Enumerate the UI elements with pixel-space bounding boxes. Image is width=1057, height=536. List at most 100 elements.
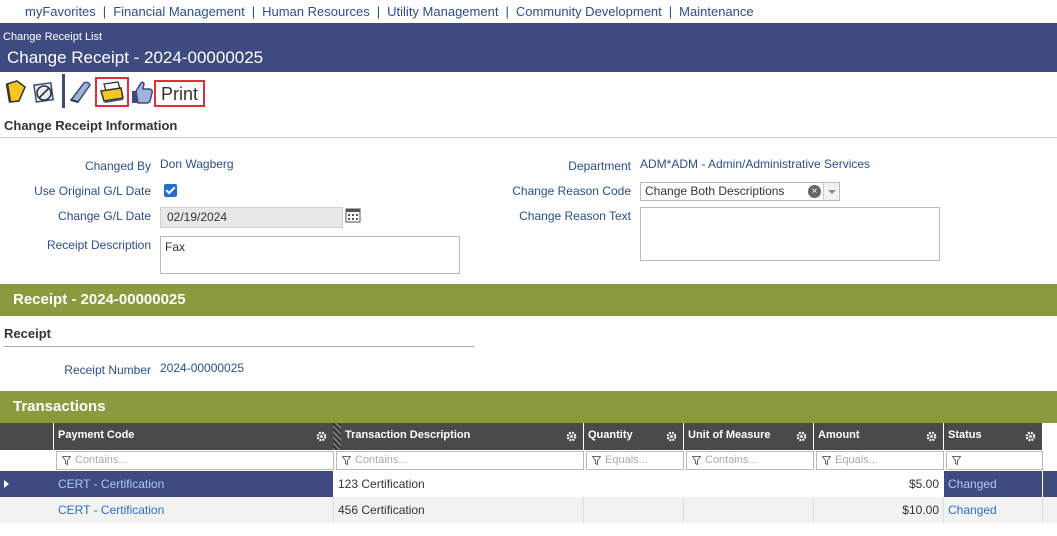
status-link[interactable]: Changed <box>944 497 1043 523</box>
change-reason-code-select[interactable]: Change Both Descriptions × <box>640 182 840 201</box>
filter-transaction-description[interactable]: Contains... <box>336 451 584 470</box>
nav-maintenance[interactable]: Maintenance <box>679 4 753 19</box>
receipt-section-title: Receipt <box>4 326 51 341</box>
column-header-label: Status <box>948 429 982 441</box>
cancel-icon <box>33 81 55 103</box>
print-label[interactable]: Print <box>154 80 206 107</box>
column-header-amount[interactable]: Amount <box>814 423 944 450</box>
nav-separator: | <box>505 4 509 19</box>
page-title: Change Receipt - 2024-00000025 <box>7 48 264 67</box>
filter-unit-of-measure[interactable]: Contains... <box>686 451 814 470</box>
unit-of-measure-cell <box>684 497 814 523</box>
section-divider <box>0 137 1057 138</box>
quantity-cell <box>584 471 684 497</box>
department-label: Department <box>568 159 631 173</box>
filter-placeholder: Contains... <box>355 454 408 466</box>
column-header-label: Quantity <box>588 429 633 441</box>
chevron-down-icon[interactable] <box>823 183 839 200</box>
change-reason-code-label: Change Reason Code <box>512 184 631 198</box>
nav-separator: | <box>376 4 381 19</box>
receipt-divider <box>4 346 474 347</box>
nav-myfavorites[interactable]: myFavorites <box>25 4 96 19</box>
calendar-icon[interactable] <box>345 208 361 223</box>
page-header: Change Receipt List Change Receipt - 202… <box>0 23 1057 72</box>
payment-code-link[interactable]: CERT - Certification <box>54 471 334 497</box>
change-gl-date-input[interactable]: 02/19/2024 <box>160 207 343 228</box>
nav-separator: | <box>668 4 673 19</box>
edit-button[interactable] <box>68 78 94 106</box>
gear-icon[interactable] <box>1025 431 1036 442</box>
print-button[interactable] <box>95 77 129 107</box>
nav-utility-management[interactable]: Utility Management <box>387 4 498 19</box>
transaction-description-cell: 123 Certification <box>334 471 584 497</box>
filter-placeholder: Contains... <box>75 454 128 466</box>
filter-placeholder: Contains... <box>705 454 758 466</box>
transaction-description-cell: 456 Certification <box>334 497 584 523</box>
use-original-gl-date-label: Use Original G/L Date <box>34 184 151 198</box>
change-reason-code-value: Change Both Descriptions <box>645 184 785 198</box>
clear-icon[interactable]: × <box>808 185 821 198</box>
nav-human-resources[interactable]: Human Resources <box>262 4 370 19</box>
nav-community-development[interactable]: Community Development <box>516 4 662 19</box>
column-header-label: Transaction Description <box>345 429 471 441</box>
filter-icon <box>822 456 831 465</box>
table-row[interactable]: CERT - Certification 123 Certification $… <box>0 471 1057 497</box>
quantity-cell <box>584 497 684 523</box>
column-header-status[interactable]: Status <box>944 423 1043 450</box>
receipt-description-label: Receipt Description <box>46 238 151 252</box>
filter-payment-code[interactable]: Contains... <box>56 451 334 470</box>
change-receipt-info-title: Change Receipt Information <box>4 118 178 133</box>
filter-status[interactable] <box>946 451 1043 470</box>
breadcrumb[interactable]: Change Receipt List <box>3 31 102 43</box>
toolbar-divider <box>62 74 65 108</box>
changed-by-label: Changed By <box>84 159 151 173</box>
nav-separator: | <box>251 4 256 19</box>
change-gl-date-label: Change G/L Date <box>58 209 151 223</box>
amount-cell: $10.00 <box>814 497 944 523</box>
receipt-description-input[interactable]: Fax <box>160 236 460 274</box>
toolbar: Print <box>0 74 300 110</box>
column-resize-handle[interactable] <box>333 423 341 450</box>
nav-financial-management[interactable]: Financial Management <box>113 4 245 19</box>
grid-row-selector-header <box>0 423 54 450</box>
filter-quantity[interactable]: Equals... <box>586 451 684 470</box>
approve-button[interactable] <box>130 78 156 106</box>
edit-icon <box>69 81 91 103</box>
column-header-quantity[interactable]: Quantity <box>584 423 684 450</box>
print-icon <box>100 81 124 103</box>
nav-separator: | <box>102 4 107 19</box>
table-row[interactable]: CERT - Certification 456 Certification $… <box>0 497 1057 523</box>
column-header-payment-code[interactable]: Payment Code <box>54 423 334 450</box>
amount-cell: $5.00 <box>814 471 944 497</box>
filter-icon <box>342 456 351 465</box>
column-header-transaction-description[interactable]: Transaction Description <box>341 423 584 450</box>
receipt-number-label: Receipt Number <box>64 363 151 377</box>
status-link[interactable]: Changed <box>944 471 1043 497</box>
change-reason-text-input[interactable] <box>640 207 940 261</box>
change-reason-text-label: Change Reason Text <box>519 209 631 223</box>
receipt-number-value: 2024-00000025 <box>160 361 245 375</box>
filter-icon <box>62 456 71 465</box>
gear-icon[interactable] <box>316 431 327 442</box>
gear-icon[interactable] <box>796 431 807 442</box>
thumbs-up-icon <box>132 81 153 104</box>
use-original-gl-date-checkbox[interactable] <box>164 184 177 197</box>
cancel-button[interactable] <box>31 78 57 106</box>
changed-by-value: Don Wagberg <box>160 157 234 171</box>
row-selected-indicator-icon <box>4 480 9 488</box>
filter-placeholder: Equals... <box>835 454 878 466</box>
gear-icon[interactable] <box>566 431 577 442</box>
column-header-label: Amount <box>818 429 860 441</box>
gear-icon[interactable] <box>666 431 677 442</box>
top-nav: myFavorites | Financial Management | Hum… <box>0 0 1057 23</box>
filter-amount[interactable]: Equals... <box>816 451 944 470</box>
column-header-label: Payment Code <box>58 429 135 441</box>
department-value: ADM*ADM - Admin/Administrative Services <box>640 157 871 171</box>
column-header-unit-of-measure[interactable]: Unit of Measure <box>684 423 814 450</box>
filter-placeholder: Equals... <box>605 454 648 466</box>
unit-of-measure-cell <box>684 471 814 497</box>
save-button[interactable] <box>3 78 29 106</box>
payment-code-link[interactable]: CERT - Certification <box>54 497 334 523</box>
gear-icon[interactable] <box>926 431 937 442</box>
filter-icon <box>692 456 701 465</box>
